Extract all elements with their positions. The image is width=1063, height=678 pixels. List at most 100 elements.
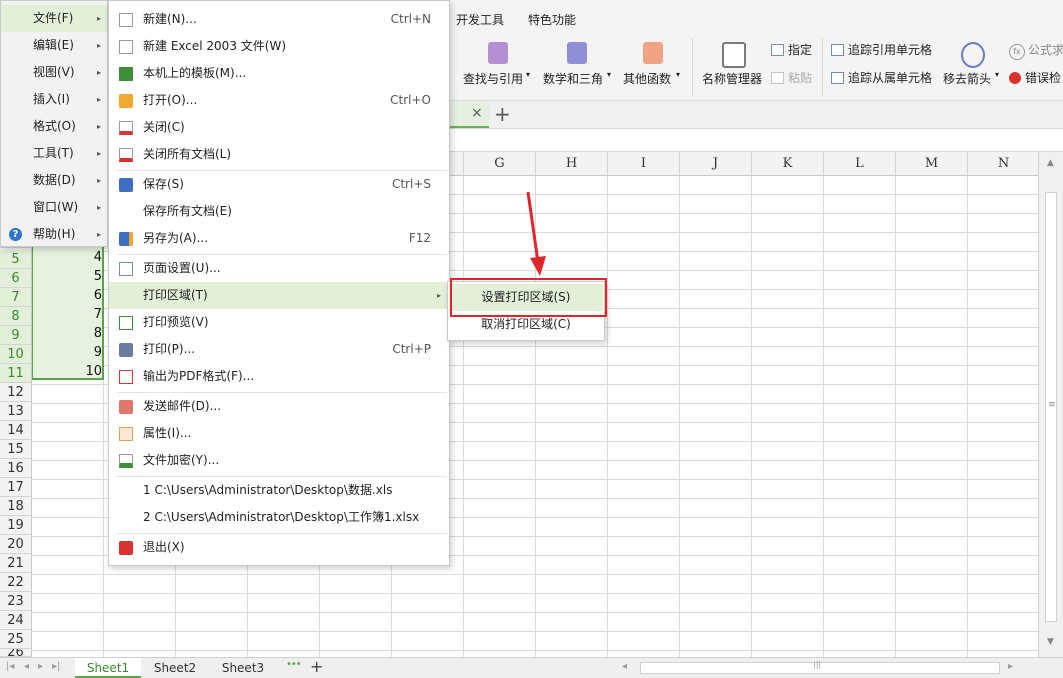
tab-special-features[interactable]: 特色功能 <box>528 11 576 28</box>
column-header-g[interactable]: G <box>464 152 536 175</box>
add-tab-icon[interactable]: + <box>494 102 511 126</box>
column-header-k[interactable]: K <box>752 152 824 175</box>
cell-value[interactable]: 4 <box>32 250 102 265</box>
scroll-up-icon[interactable]: ▲ <box>1047 158 1054 168</box>
menu-item-page-setup[interactable]: 页面设置(U)... <box>109 255 449 282</box>
cell-value[interactable]: 9 <box>32 345 102 360</box>
menu-item-recent-1[interactable]: 1 C:\Users\Administrator\Desktop\数据.xls <box>109 477 449 504</box>
column-header-h[interactable]: H <box>536 152 608 175</box>
next-sheet-icon[interactable]: ▸ <box>38 661 43 672</box>
menu-item-print-area[interactable]: 打印区域(T) ▸ <box>109 282 449 309</box>
menu-item-exit[interactable]: 退出(X) <box>109 534 449 561</box>
menu-data[interactable]: 数据(D) ▸ <box>1 167 107 194</box>
menu-insert[interactable]: 插入(I) ▸ <box>1 86 107 113</box>
row-header[interactable]: 8 <box>0 307 31 326</box>
menu-item-properties[interactable]: 属性(I)... <box>109 420 449 447</box>
error-check-button[interactable]: 错误检 <box>1009 69 1061 86</box>
row-header[interactable]: 24 <box>0 611 31 630</box>
cell-value[interactable]: 10 <box>32 364 102 379</box>
math-trig-button[interactable]: 数学和三角 <box>543 70 603 87</box>
menu-item-recent-2[interactable]: 2 C:\Users\Administrator\Desktop\工作簿1.xl… <box>109 504 449 531</box>
row-header[interactable]: 25 <box>0 630 31 649</box>
row-header[interactable]: 12 <box>0 383 31 402</box>
row-header[interactable]: 23 <box>0 592 31 611</box>
row-header[interactable]: 26 <box>0 649 31 657</box>
scroll-left-icon[interactable]: ◂ <box>622 661 627 672</box>
close-icon[interactable]: × <box>471 105 483 121</box>
column-header-j[interactable]: J <box>680 152 752 175</box>
cell-value[interactable]: 8 <box>32 326 102 341</box>
specify-button[interactable]: 指定 <box>771 41 812 58</box>
vertical-scrollbar[interactable]: ▲ ≡ ▼ <box>1038 152 1063 657</box>
menu-item-encrypt[interactable]: 文件加密(Y)... <box>109 447 449 474</box>
name-manager-button[interactable]: 名称管理器 <box>702 70 762 87</box>
prev-sheet-icon[interactable]: ◂ <box>24 661 29 672</box>
menu-item-local-templates[interactable]: 本机上的模板(M)... <box>109 60 449 87</box>
menu-item-print[interactable]: 打印(P)... Ctrl+P <box>109 336 449 363</box>
column-header-i[interactable]: I <box>608 152 680 175</box>
menu-item-save-all[interactable]: 保存所有文档(E) <box>109 198 449 225</box>
menu-help[interactable]: ? 帮助(H) ▸ <box>1 221 107 248</box>
cell-value[interactable]: 6 <box>32 288 102 303</box>
row-header[interactable]: 20 <box>0 535 31 554</box>
menu-item-export-pdf[interactable]: 输出为PDF格式(F)... <box>109 363 449 390</box>
menu-file[interactable]: 文件(F) ▸ <box>1 5 107 32</box>
menu-item-send-email[interactable]: 发送邮件(D)... <box>109 393 449 420</box>
row-header[interactable]: 13 <box>0 402 31 421</box>
scroll-right-icon[interactable]: ▸ <box>1008 661 1013 672</box>
remove-arrows-button[interactable]: 移去箭头 <box>943 70 991 87</box>
sheet-tab-sheet1[interactable]: Sheet1 <box>75 658 141 678</box>
sheet-tab-bar: |◂ ◂ ▸ ▸| Sheet1 Sheet2 Sheet3 ••• + ◂ |… <box>0 657 1063 678</box>
menu-format[interactable]: 格式(O) ▸ <box>1 113 107 140</box>
cell-value[interactable]: 7 <box>32 307 102 322</box>
scroll-down-icon[interactable]: ▼ <box>1047 637 1054 647</box>
trace-dependents-button[interactable]: 追踪从属单元格 <box>831 69 932 86</box>
document-tab[interactable]: × <box>449 101 489 128</box>
row-header[interactable]: 14 <box>0 421 31 440</box>
menu-window[interactable]: 窗口(W) ▸ <box>1 194 107 221</box>
menu-item-save-as[interactable]: 另存为(A)... F12 <box>109 225 449 252</box>
row-header[interactable]: 6 <box>0 269 31 288</box>
sheet-tab-sheet2[interactable]: Sheet2 <box>143 658 207 678</box>
column-header-l[interactable]: L <box>824 152 896 175</box>
other-functions-button[interactable]: 其他函数 <box>623 70 671 87</box>
row-header[interactable]: 22 <box>0 573 31 592</box>
menu-item-close[interactable]: 关闭(C) <box>109 114 449 141</box>
menu-item-new-excel-2003[interactable]: 新建 Excel 2003 文件(W) <box>109 33 449 60</box>
menu-item-save[interactable]: 保存(S) Ctrl+S <box>109 171 449 198</box>
row-header[interactable]: 7 <box>0 288 31 307</box>
row-header[interactable]: 16 <box>0 459 31 478</box>
row-header[interactable]: 10 <box>0 345 31 364</box>
row-header[interactable]: 9 <box>0 326 31 345</box>
menu-item-close-all[interactable]: 关闭所有文档(L) <box>109 141 449 168</box>
menu-view[interactable]: 视图(V) ▸ <box>1 59 107 86</box>
lookup-reference-button[interactable]: 查找与引用 <box>463 70 523 87</box>
cell-value[interactable]: 5 <box>32 269 102 284</box>
menu-item-print-preview[interactable]: 打印预览(V) <box>109 309 449 336</box>
column-header-n[interactable]: N <box>968 152 1040 175</box>
row-header[interactable]: 21 <box>0 554 31 573</box>
row-header[interactable]: 5 <box>0 250 31 269</box>
menu-edit[interactable]: 编辑(E) ▸ <box>1 32 107 59</box>
menu-tools[interactable]: 工具(T) ▸ <box>1 140 107 167</box>
row-header[interactable]: 15 <box>0 440 31 459</box>
row-header[interactable]: 17 <box>0 478 31 497</box>
menu-item-new[interactable]: 新建(N)... Ctrl+N <box>109 6 449 33</box>
row-header[interactable]: 18 <box>0 497 31 516</box>
first-sheet-icon[interactable]: |◂ <box>6 661 14 672</box>
close-all-icon <box>119 148 133 162</box>
formula-evaluate-button[interactable]: fx 公式求 <box>1009 41 1063 60</box>
last-sheet-icon[interactable]: ▸| <box>52 661 60 672</box>
add-sheet-icon[interactable]: + <box>310 657 323 676</box>
row-header[interactable]: 19 <box>0 516 31 535</box>
paste-button[interactable]: 粘贴 <box>771 69 812 86</box>
printer-icon <box>119 343 133 357</box>
row-header[interactable]: 11 <box>0 364 31 383</box>
more-sheets-icon[interactable]: ••• <box>286 659 302 670</box>
column-header-m[interactable]: M <box>896 152 968 175</box>
tab-developer-tools[interactable]: 开发工具 <box>456 11 504 28</box>
trace-precedents-button[interactable]: 追踪引用单元格 <box>831 41 932 58</box>
horizontal-scroll-thumb[interactable]: ||| <box>640 660 1000 674</box>
sheet-tab-sheet3[interactable]: Sheet3 <box>211 658 275 678</box>
menu-item-open[interactable]: 打开(O)... Ctrl+O <box>109 87 449 114</box>
